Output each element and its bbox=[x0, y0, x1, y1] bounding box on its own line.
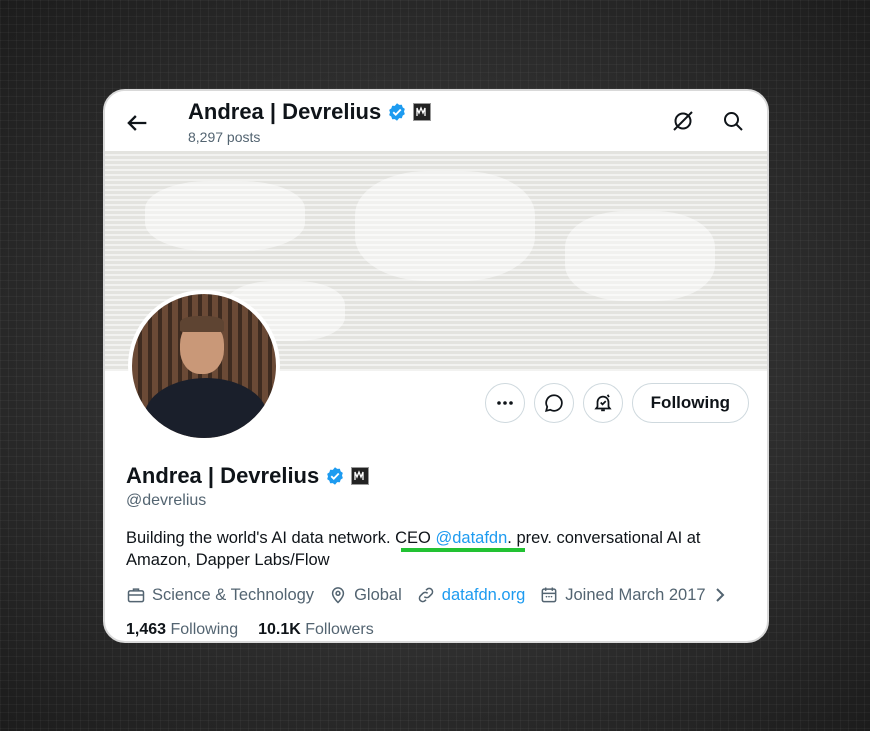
meta-website[interactable]: datafdn.org bbox=[416, 585, 525, 605]
affiliate-badge-icon[interactable] bbox=[351, 467, 370, 485]
top-actions bbox=[671, 109, 745, 133]
following-label: Following bbox=[170, 621, 239, 638]
category-label: Science & Technology bbox=[152, 585, 315, 604]
meta-category: Science & Technology bbox=[126, 585, 314, 605]
profile-meta: Science & Technology Global datafdn.org … bbox=[126, 585, 742, 605]
header-post-count: 8,297 posts bbox=[188, 129, 261, 145]
header-name-row: Andrea | Devrelius bbox=[188, 99, 432, 125]
more-icon bbox=[495, 393, 515, 413]
notification-bell-icon bbox=[592, 392, 614, 414]
notification-button[interactable] bbox=[582, 383, 623, 423]
top-bar: Andrea | Devrelius 8,297 posts bbox=[105, 91, 767, 151]
message-button[interactable] bbox=[533, 383, 574, 423]
profile-card: Andrea | Devrelius 8,297 posts Following… bbox=[103, 89, 769, 643]
calendar-icon bbox=[539, 585, 559, 605]
followers-count: 10.1K bbox=[258, 621, 301, 638]
briefcase-icon bbox=[126, 585, 146, 605]
message-icon bbox=[543, 392, 565, 414]
profile-name-row: Andrea | Devrelius bbox=[126, 463, 370, 489]
following-stat[interactable]: 1,463 Following bbox=[126, 621, 238, 639]
following-button[interactable]: Following bbox=[631, 383, 749, 423]
profile-handle: @devrelius bbox=[126, 492, 207, 509]
more-button[interactable] bbox=[484, 383, 525, 423]
verified-badge-icon bbox=[325, 466, 345, 486]
website-link[interactable]: datafdn.org bbox=[442, 586, 525, 605]
header-display-name: Andrea | Devrelius bbox=[188, 99, 382, 124]
profile-actions: Following bbox=[484, 383, 749, 423]
meta-joined: Joined March 2017 bbox=[539, 585, 727, 605]
bio-text: Building the world's AI data network. CE… bbox=[126, 529, 436, 547]
bio-mention-link[interactable]: @datafdn bbox=[435, 529, 507, 547]
followers-stat[interactable]: 10.1K Followers bbox=[258, 621, 374, 639]
location-label: Global bbox=[354, 585, 402, 604]
back-arrow-icon[interactable] bbox=[123, 109, 151, 137]
meta-location: Global bbox=[328, 585, 402, 605]
avatar[interactable] bbox=[128, 290, 280, 442]
search-icon[interactable] bbox=[721, 109, 745, 133]
following-count: 1,463 bbox=[126, 621, 167, 638]
affiliate-badge-icon[interactable] bbox=[413, 103, 432, 121]
link-icon bbox=[416, 585, 436, 605]
profile-display-name: Andrea | Devrelius bbox=[126, 463, 320, 488]
location-pin-icon bbox=[328, 585, 348, 605]
profile-stats: 1,463 Following 10.1K Followers bbox=[126, 621, 374, 639]
joined-label: Joined March 2017 bbox=[565, 585, 706, 604]
followers-label: Followers bbox=[305, 621, 374, 638]
chevron-right-icon[interactable] bbox=[712, 587, 728, 603]
highlight-underline bbox=[401, 548, 525, 552]
refresh-icon[interactable] bbox=[671, 109, 695, 133]
verified-badge-icon bbox=[387, 102, 407, 122]
